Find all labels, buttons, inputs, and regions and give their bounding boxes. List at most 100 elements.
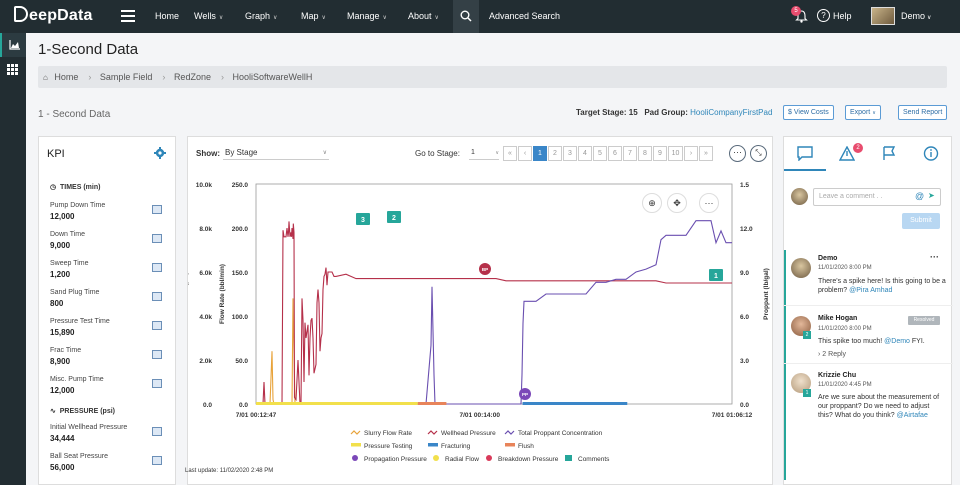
export-button[interactable]: Export ∨ [845, 105, 881, 120]
nav-manage[interactable]: Manage ∨ [347, 0, 387, 33]
left-sidebar [0, 33, 26, 485]
comment-divider [784, 363, 953, 364]
y-axis-label: Proppant (lb/gal) [763, 268, 770, 320]
mention-link[interactable]: @Airtafae [897, 412, 928, 419]
chart-thumbnail-icon[interactable] [152, 234, 162, 243]
advanced-search-link[interactable]: Advanced Search [489, 0, 560, 33]
propagation-marker-label: PP [522, 392, 528, 397]
top-navbar [0, 0, 960, 33]
page-title: 1-Second Data [38, 41, 139, 58]
y-tick-label: 12.0 [740, 226, 753, 233]
alert-badge: 2 [853, 143, 863, 153]
pad-group-link[interactable]: HooliCompanyFirstPad [690, 108, 772, 117]
chevron-down-icon: ∨ [434, 15, 439, 21]
legend-label: Wellhead Pressure [441, 430, 496, 437]
send-report-button[interactable]: Send Report [898, 105, 948, 120]
tab-info[interactable] [910, 137, 952, 171]
chart-thumbnail-icon[interactable] [152, 205, 162, 214]
legend-label: Comments [578, 456, 610, 463]
dollar-icon: $ [788, 109, 792, 116]
kpi-item: Sweep Time 1,200 [50, 260, 168, 279]
chart-thumbnail-icon[interactable] [152, 292, 162, 301]
sidebar-item-grid[interactable] [0, 58, 26, 82]
kpi-item: Misc. Pump Time 12,000 [50, 376, 168, 395]
comments-panel: 2 Leave a comment . . @ ➤ Submit Demo 11… [783, 136, 953, 485]
flush-band [417, 402, 447, 405]
home-icon: ⌂ [43, 73, 48, 82]
nav-home[interactable]: Home [155, 0, 179, 33]
nav-about[interactable]: About ∨ [408, 0, 439, 33]
chart-thumbnail-icon[interactable] [152, 263, 162, 272]
replies-link[interactable]: › 2 Reply [818, 350, 946, 359]
tab-alerts[interactable]: 2 [826, 137, 868, 171]
status-badge: Resolved [908, 316, 940, 325]
chart-thumbnail-icon[interactable] [152, 379, 162, 388]
mention-link[interactable]: @Demo [884, 338, 910, 345]
comment-text: Are we sure about the measurement of our… [818, 394, 940, 419]
tab-comments[interactable] [784, 137, 826, 171]
y-tick-label: 9.0 [740, 270, 749, 277]
stage-info: Target Stage: 15 Pad Group: HooliCompany… [576, 108, 773, 117]
comment-menu-icon[interactable]: ··· [930, 252, 939, 262]
breadcrumb: ⌂ Home › Sample Field › RedZone › HooliSoft… [38, 66, 947, 88]
y-axis-label: Flow Rate (bbl/min) [219, 264, 226, 324]
chart-thumbnail-icon[interactable] [152, 321, 162, 330]
kpi-title: KPI [47, 148, 65, 160]
page-subtitle: 1 - Second Data [38, 109, 111, 120]
chevron-down-icon: ∨ [872, 110, 876, 116]
breadcrumb-well: HooliSoftwareWellH [232, 72, 313, 82]
nav-graph[interactable]: Graph ∨ [245, 0, 277, 33]
x-tick-label: 7/01 01:06:12 [712, 412, 753, 419]
help-icon[interactable]: ? [817, 9, 830, 22]
legend-swatch [565, 455, 572, 461]
chevron-down-icon: ∨ [218, 15, 224, 21]
legend-swatch [433, 455, 439, 461]
user-avatar[interactable] [871, 7, 895, 25]
chart-thumbnail-icon[interactable] [152, 427, 162, 436]
help-link[interactable]: Help [833, 0, 852, 33]
comment-time: 11/01/2020 8:00 PM [818, 326, 872, 332]
view-costs-button[interactable]: $ View Costs [783, 105, 834, 120]
legend-swatch [427, 430, 438, 435]
legend-swatch [352, 455, 358, 461]
chart-menu-button[interactable]: ··· [699, 193, 719, 213]
chart-thumbnail-icon[interactable] [152, 456, 162, 465]
y-tick-label: 1.5 [740, 182, 749, 189]
sidebar-item-chart[interactable] [0, 33, 26, 57]
chart-thumbnail-icon[interactable] [152, 350, 162, 359]
mention-icon[interactable]: @ [915, 191, 924, 201]
comment-author: Mike Hogan [818, 315, 858, 322]
pin-icon[interactable]: ➤ [928, 191, 935, 200]
user-menu[interactable]: Demo ∨ [901, 0, 931, 33]
legend-label: Pressure Testing [364, 443, 413, 450]
chart-panel: Show: By Stage ∨ Go to Stage: 1 ∨ « ‹ 1 2 … [187, 136, 773, 485]
submit-button[interactable]: Submit [902, 213, 940, 229]
pan-icon[interactable]: ✥ [667, 193, 687, 213]
hamburger-menu-icon[interactable] [121, 10, 135, 22]
comment-marker-label: 2 [392, 215, 396, 222]
breadcrumb-home[interactable]: Home [54, 72, 78, 82]
y-tick-label: 100.0 [232, 314, 249, 321]
mention-link[interactable]: @Pira Amhad [849, 287, 892, 294]
chevron-down-icon: ∨ [382, 15, 387, 21]
legend-label: Flush [518, 443, 534, 450]
app-logo[interactable]: eepData [14, 6, 93, 25]
nav-map[interactable]: Map ∨ [301, 0, 326, 33]
tab-flags[interactable] [868, 137, 910, 171]
zoom-in-icon[interactable]: ⊕ [642, 193, 662, 213]
breadcrumb-zone[interactable]: RedZone [174, 72, 211, 82]
comment-text: There's a spike here! Is this going to b… [818, 278, 946, 294]
x-tick-label: 7/01 00:14:00 [459, 412, 500, 419]
breadcrumb-field[interactable]: Sample Field [100, 72, 153, 82]
logo-d-icon [14, 6, 28, 22]
gear-icon[interactable] [154, 147, 166, 159]
nav-wells[interactable]: Wells ∨ [194, 0, 223, 33]
area-chart-icon [9, 40, 20, 50]
chart-svg[interactable]: 0.0 0.0 0.0 2.0k 50.0 3.0 4.0k 100.0 6.0 6.0k 150.… [188, 137, 774, 477]
search-button[interactable] [453, 0, 479, 33]
legend-swatch [486, 455, 492, 461]
fracturing-band [522, 402, 628, 405]
chevron-down-icon: ∨ [321, 15, 326, 21]
legend-label: Slurry Flow Rate [364, 430, 412, 437]
y-tick-label: 150.0 [232, 270, 249, 277]
